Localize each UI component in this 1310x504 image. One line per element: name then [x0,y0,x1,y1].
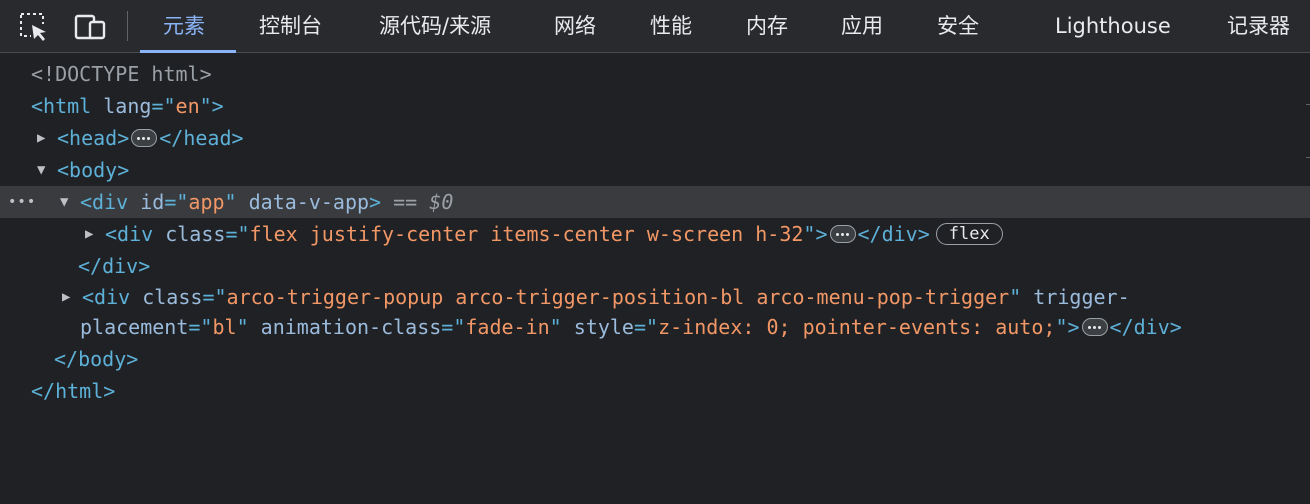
tab-performance[interactable]: 性能 [650,0,692,52]
collapsed-content-icon[interactable] [829,224,856,243]
tab-security[interactable]: 安全 [937,0,979,52]
popup-div-open-tag: <div [82,285,131,309]
collapsed-content-icon[interactable] [1081,317,1108,336]
app-id-value: app [188,190,225,214]
popup-style-attr: style [573,315,634,339]
tree-node-popup-div-cont[interactable]: placement="bl" animation-class="fade-in"… [0,312,1310,342]
app-div-end-tag: </div> [78,254,151,278]
tab-console[interactable]: 控制台 [259,0,322,52]
expand-triangle-icon[interactable]: ▶ [62,282,82,312]
html-open-tag: <html [31,94,92,118]
collapsed-content-icon[interactable] [131,128,158,147]
scroll-marker [1306,104,1310,105]
tree-node-html-close[interactable]: </html> [0,375,1310,407]
head-close-tag: </head> [159,126,244,150]
app-id-attr: id [140,190,165,214]
html-lang-attr: lang [103,94,152,118]
popup-div-end-tag: </div> [1109,315,1182,339]
selected-var: $0 [429,190,454,214]
popup-animation-value: fade-in [465,315,550,339]
flex-div-end-tag: </div> [857,222,930,246]
tab-lighthouse[interactable]: Lighthouse [1055,0,1171,52]
popup-class-value: arco-trigger-popup arco-trigger-position… [226,285,1010,309]
toolbar-separator [127,11,128,41]
app-div-open-tag: <div [80,190,129,214]
tree-node-body-close[interactable]: </body> [0,343,1310,375]
tree-node-body[interactable]: ▼ <body> [0,154,1310,186]
flex-div-close-bracket: > [815,222,828,246]
app-data-v-attr: data-v-app [248,190,370,214]
popup-div-close-bracket: > [1067,315,1080,339]
inspect-element-icon[interactable] [18,11,50,43]
node-actions-icon[interactable]: ••• [8,186,36,218]
flex-badge[interactable]: flex [935,222,1003,245]
collapse-triangle-icon[interactable]: ▼ [60,186,80,218]
popup-class-attr: class [142,285,203,309]
tab-sources[interactable]: 源代码/来源 [379,0,491,52]
selected-marker: == [393,190,418,214]
app-div-close-bracket: > [369,190,382,214]
popup-placement-value: bl [212,315,237,339]
head-open-tag: <head> [57,126,130,150]
html-eq: =" [151,94,176,118]
tree-node-flex-div[interactable]: ▶ <div class="flex justify-center items-c… [0,218,1310,250]
tree-node-doctype[interactable]: <!DOCTYPE html> [0,58,1310,90]
tab-network[interactable]: 网络 [554,0,596,52]
device-toolbar-icon[interactable] [74,11,106,43]
tab-recorder[interactable]: 记录器 [1227,0,1290,52]
body-open-tag: <body> [57,158,130,182]
collapse-triangle-icon[interactable]: ▼ [37,154,57,186]
flex-div-open-tag: <div [105,222,154,246]
body-end-tag: </body> [54,347,139,371]
doctype-text: <!DOCTYPE html> [31,62,212,86]
tree-node-head[interactable]: ▶ <head> </head> [0,122,1310,154]
flex-class-attr: class [165,222,226,246]
html-lang-value: en [175,94,200,118]
tab-memory[interactable]: 内存 [746,0,788,52]
tab-application[interactable]: 应用 [841,0,883,52]
flex-class-value: flex justify-center items-center w-scree… [249,222,804,246]
html-end-tag: </html> [31,379,116,403]
expand-triangle-icon[interactable]: ▶ [85,218,105,250]
tree-node-popup-div[interactable]: ▶ <div class="arco-trigger-popup arco-tri… [0,282,1310,312]
tab-elements[interactable]: 元素 [163,0,205,52]
elements-tree: <!DOCTYPE html> <html lang="en"> ▶ <head>… [0,53,1310,504]
html-open-close: "> [199,94,224,118]
scroll-marker [1306,157,1310,158]
popup-style-value: z-index: 0; pointer-events: auto; [658,315,1056,339]
expand-triangle-icon[interactable]: ▶ [37,122,57,154]
tree-node-app-div-close[interactable]: </div> [0,250,1310,282]
popup-animation-attr: animation-class [260,315,442,339]
tree-node-app-div[interactable]: ••• ▼ <div id="app" data-v-app> == $0 [0,186,1310,218]
popup-trigger-attr-start: trigger- [1033,285,1130,309]
popup-trigger-attr-end: placement [80,315,189,339]
devtools-toolbar: 元素 控制台 源代码/来源 网络 性能 内存 应用 安全 Lighthouse … [0,0,1310,53]
tree-node-html[interactable]: <html lang="en"> [0,90,1310,122]
